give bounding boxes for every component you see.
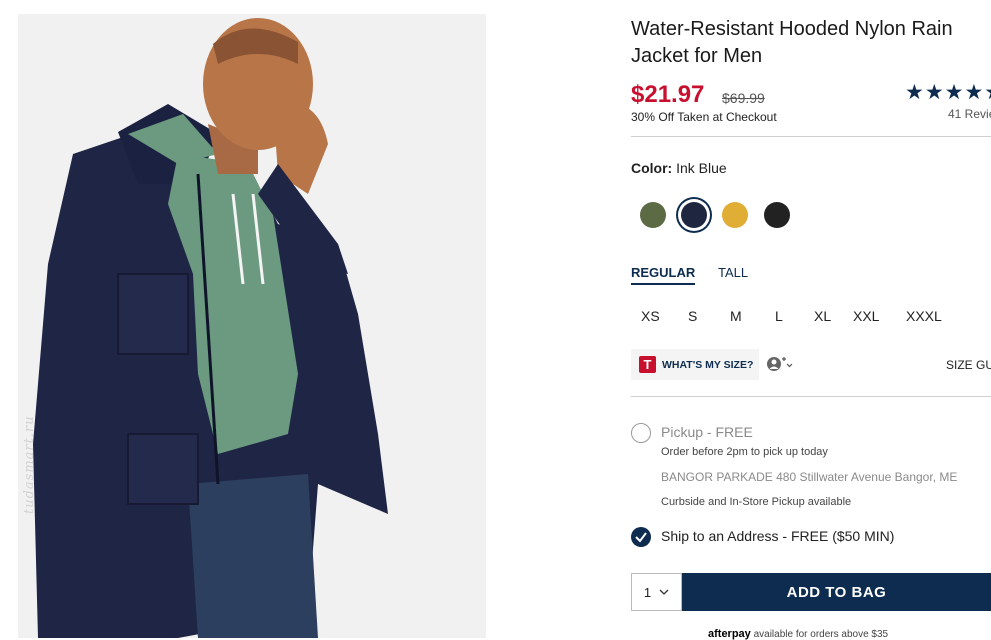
quantity-value: 1 — [643, 584, 652, 600]
curbside-note: Curbside and In-Store Pickup available — [661, 496, 852, 508]
divider — [631, 136, 991, 137]
pickup-radio[interactable] — [631, 423, 651, 443]
afterpay-note: afterpay available for orders above $35 — [708, 628, 888, 640]
add-to-bag-button[interactable]: ADD TO BAG — [682, 573, 991, 611]
color-swatch-mustard[interactable] — [722, 202, 748, 228]
ship-label: Ship to an Address - FREE ($50 MIN) — [661, 528, 895, 544]
profile-dropdown[interactable] — [767, 356, 793, 372]
watermark-text: tudasmart.ru — [22, 415, 37, 514]
whats-my-size-label: WHAT'S MY SIZE? — [662, 358, 754, 371]
divider — [631, 396, 991, 397]
afterpay-text: available for orders above $35 — [753, 629, 889, 640]
product-title: Water-Resistant Hooded Nylon Rain Jacket… — [631, 18, 953, 67]
promo-text: 30% Off Taken at Checkout — [631, 110, 777, 124]
color-swatch-ink-blue[interactable] — [681, 202, 707, 228]
ship-radio[interactable] — [631, 527, 651, 547]
color-label-title: Color: — [631, 160, 673, 176]
whats-my-size-button[interactable]: T WHAT'S MY SIZE? — [631, 349, 759, 380]
pickup-note: Order before 2pm to pick up today — [661, 446, 828, 458]
rating-stars[interactable]: ★★★★★ — [905, 80, 991, 105]
color-swatch-olive[interactable] — [640, 202, 666, 228]
original-price: $69.99 — [722, 90, 765, 106]
size-option-m[interactable]: M — [730, 308, 742, 324]
product-image[interactable]: tudasmart.ru — [18, 14, 486, 638]
person-plus-icon — [767, 357, 793, 371]
chevron-down-icon — [659, 589, 669, 595]
size-option-l[interactable]: L — [775, 308, 783, 324]
tab-regular[interactable]: REGULAR — [631, 265, 696, 285]
sale-price: $21.97 — [631, 81, 705, 108]
afterpay-logo: afterpay — [708, 628, 751, 640]
checkmark-icon — [635, 532, 647, 543]
true-fit-logo-icon: T — [639, 356, 656, 373]
size-option-xxxl[interactable]: XXXL — [906, 308, 942, 324]
size-guide-link[interactable]: SIZE GU — [946, 358, 991, 372]
color-selected-name: Ink Blue — [676, 160, 727, 176]
tab-tall[interactable]: TALL — [718, 265, 748, 280]
size-option-xl[interactable]: XL — [814, 308, 831, 324]
quantity-select[interactable]: 1 — [631, 573, 682, 611]
color-swatch-black[interactable] — [764, 202, 790, 228]
review-count-link[interactable]: 41 Revie — [948, 107, 991, 121]
store-address: BANGOR PARKADE 480 Stillwater Avenue Ban… — [661, 470, 958, 484]
size-option-xxl[interactable]: XXL — [853, 308, 879, 324]
size-option-s[interactable]: S — [688, 308, 697, 324]
size-option-xs[interactable]: XS — [641, 308, 660, 324]
color-label: Color: Ink Blue — [631, 160, 727, 176]
pickup-label: Pickup - FREE — [661, 424, 753, 440]
